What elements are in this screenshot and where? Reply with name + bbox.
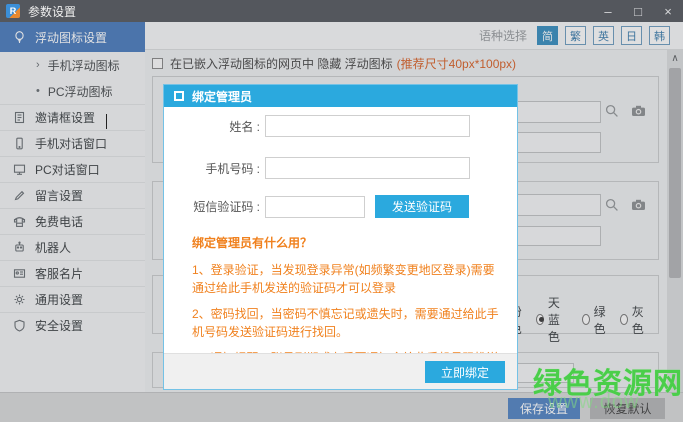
app-window: R 参数设置 – □ × 语种选择 简 繁 英 日 韩 浮动图标设置 › 手机浮… [0,0,683,422]
window-title: 参数设置 [28,3,76,20]
window-controls: – □ × [593,0,683,22]
info-item-1: 1、登录验证，当发现登录异常(如频繁变更地区登录)需要通过给此手机发送的验证码才… [192,261,501,297]
phone-field-row: 手机号码 : [164,157,517,179]
name-input[interactable] [265,115,470,137]
maximize-button[interactable]: □ [623,0,653,22]
phone-label: 手机号码 : [174,160,260,177]
name-field-row: 姓名 : [164,115,517,137]
send-code-button[interactable]: 发送验证码 [375,195,469,218]
bind-admin-dialog: 绑定管理员 姓名 : 手机号码 : 短信验证码 : 发送验证码 绑定管理员有什么… [163,84,518,390]
dialog-square-icon [174,91,184,101]
watermark-url: www.dow [548,391,639,414]
app-logo-icon: R [6,4,20,18]
minimize-button[interactable]: – [593,0,623,22]
info-item-2: 2、密码找回，当密码不慎忘记或遗失时，需要通过给此手机号码发送验证码进行找回。 [192,305,501,341]
dialog-footer: 立即绑定 [164,353,517,389]
text-caret [106,114,107,129]
sms-code-label: 短信验证码 : [174,198,260,215]
dialog-title: 绑定管理员 [192,88,252,105]
dialog-header: 绑定管理员 [164,85,517,107]
close-button[interactable]: × [653,0,683,22]
sms-code-input[interactable] [265,196,365,218]
name-label: 姓名 : [174,118,260,135]
title-bar: R 参数设置 – □ × [0,0,683,22]
phone-input[interactable] [265,157,470,179]
sms-code-field-row: 短信验证码 : 发送验证码 [164,195,517,218]
info-title: 绑定管理员有什么用？ [192,234,501,251]
bind-now-button[interactable]: 立即绑定 [425,361,505,383]
